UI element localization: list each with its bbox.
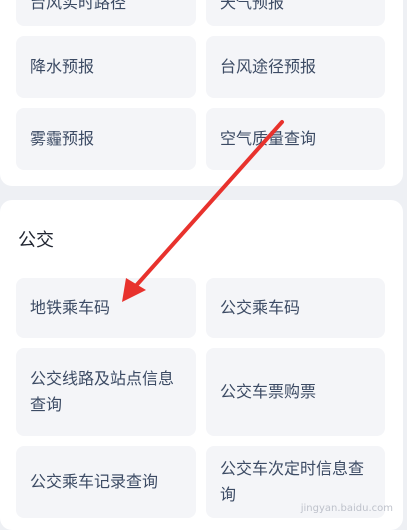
- watermark: jingyan.baidu.com: [300, 503, 393, 514]
- tile-bus-ride-code[interactable]: 公交乘车码: [206, 278, 385, 338]
- tile-label: 雾霾预报: [30, 129, 95, 148]
- tile-haze-forecast[interactable]: 雾霾预报: [16, 108, 196, 170]
- tile-label: 地铁乘车码: [30, 298, 111, 317]
- tile-metro-ride-code[interactable]: 地铁乘车码: [16, 278, 196, 338]
- tile-typhoon-realtime-path[interactable]: 台风实时路径: [16, 0, 196, 26]
- tile-bus-route-station-info[interactable]: 公交线路及站点信息查询: [16, 348, 196, 436]
- tile-label: 台风途径预报: [220, 57, 317, 76]
- tile-label: 公交车次定时信息查询: [220, 459, 365, 504]
- tile-label: 公交线路及站点信息查询: [30, 369, 175, 414]
- tile-label: 天气预报: [220, 0, 285, 12]
- tile-bus-ride-record-query[interactable]: 公交乘车记录查询: [16, 446, 196, 518]
- tile-bus-ticket-purchase[interactable]: 公交车票购票: [206, 348, 385, 436]
- tile-label: 降水预报: [30, 57, 95, 76]
- section-title-bus: 公交: [18, 230, 54, 251]
- tile-typhoon-route-forecast[interactable]: 台风途径预报: [206, 36, 385, 98]
- tile-air-quality-query[interactable]: 空气质量查询: [206, 108, 385, 170]
- tile-label: 台风实时路径: [30, 0, 127, 12]
- tile-label: 空气质量查询: [220, 129, 317, 148]
- tile-weather-forecast[interactable]: 天气预报: [206, 0, 385, 26]
- tile-label: 公交乘车码: [220, 298, 301, 317]
- tile-label: 公交乘车记录查询: [30, 472, 159, 491]
- tile-precipitation-forecast[interactable]: 降水预报: [16, 36, 196, 98]
- tile-label: 公交车票购票: [220, 382, 317, 401]
